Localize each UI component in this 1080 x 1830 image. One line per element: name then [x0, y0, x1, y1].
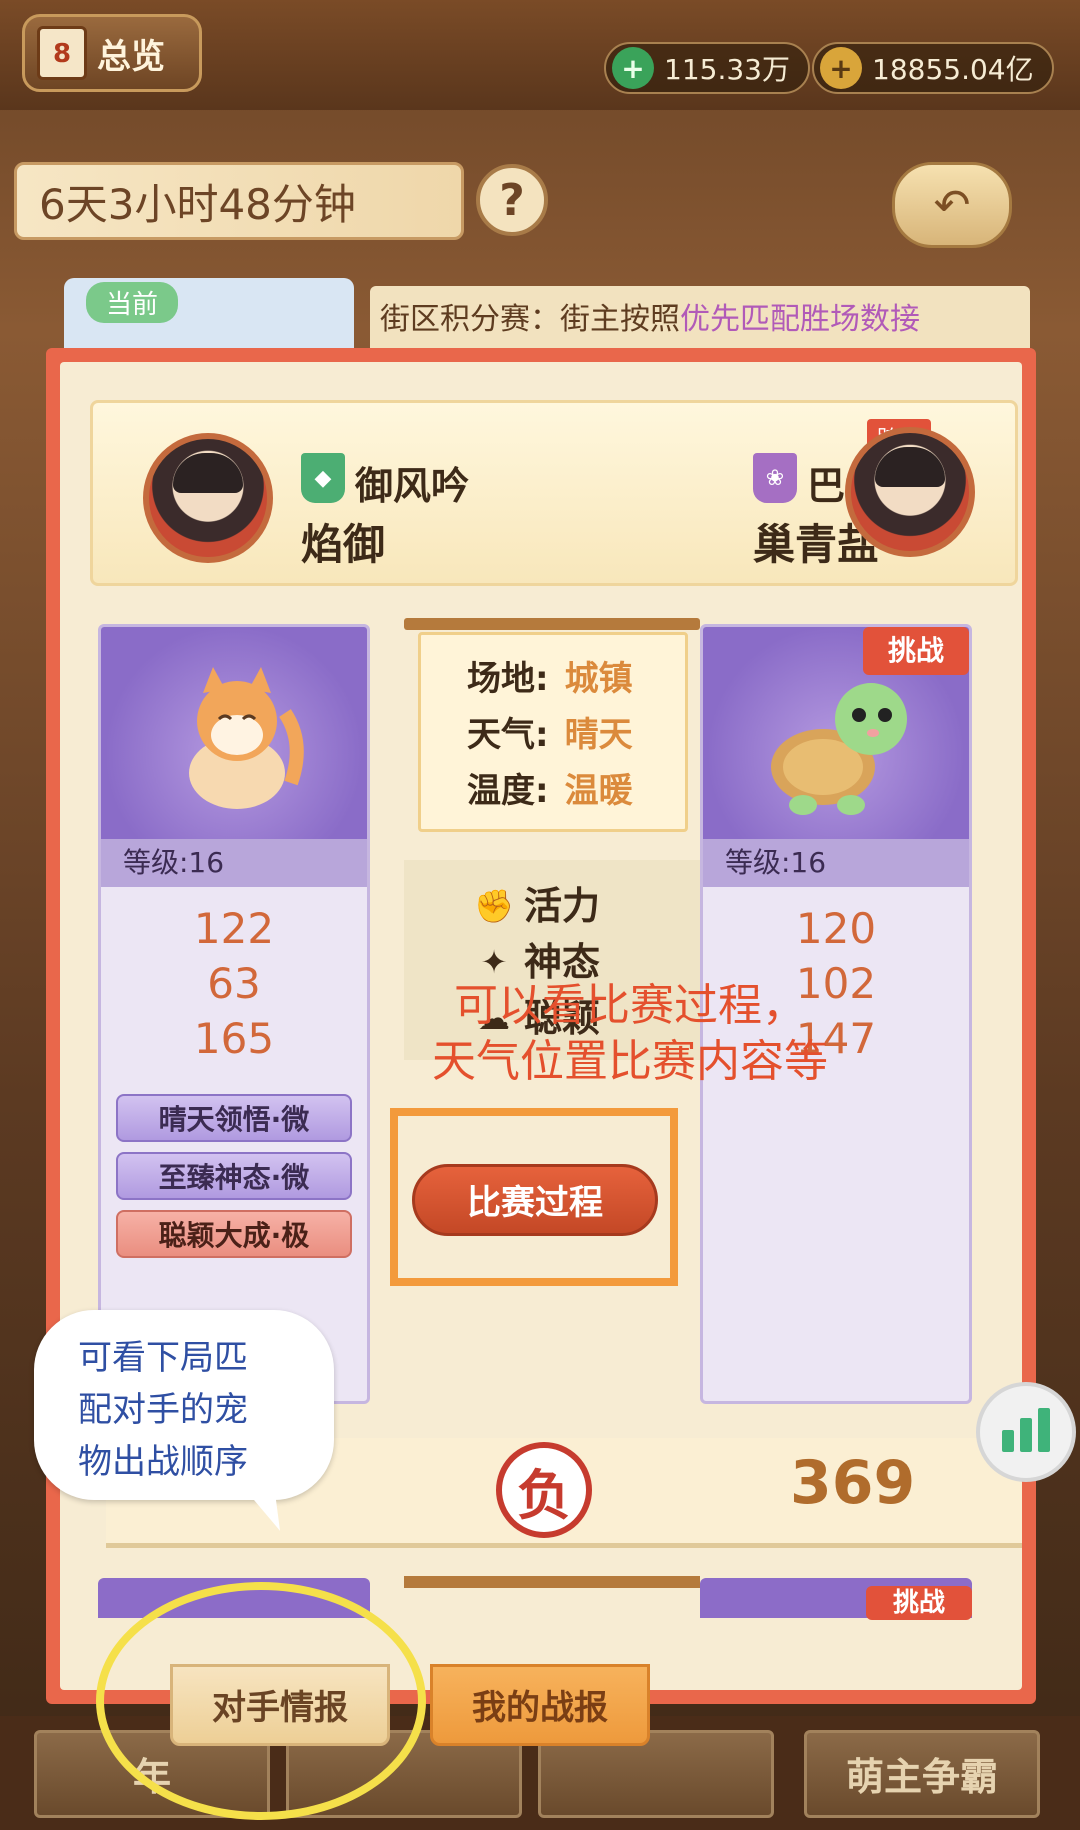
center-divider	[404, 618, 700, 630]
battle-detail-panel: ◆ 御风吟 焰御 ❀ 巴士 巢青盐 跨服	[46, 348, 1036, 1704]
skill-badge[interactable]: 至臻神态·微	[116, 1152, 352, 1200]
attr-vitality: ✊ 活力	[474, 884, 601, 928]
coin-green-icon: +	[612, 47, 654, 89]
annotation-note: 可以看比赛过程， 天气位置比赛内容等	[432, 980, 828, 1087]
currency-green[interactable]: + 115.33万	[604, 42, 810, 94]
currency-gold-value: 18855.04亿	[872, 53, 1034, 86]
countdown-timer: 6天3小时48分钟	[14, 162, 464, 240]
left-stat-intelligence: 165	[193, 1014, 275, 1063]
rules-text-prefix: 街区积分赛：街主按照	[380, 302, 680, 337]
stats-floating-button[interactable]	[976, 1382, 1076, 1482]
back-button[interactable]: ↶	[892, 162, 1012, 248]
sparkle-icon: ✦	[480, 943, 508, 981]
guild-badge-purple-icon: ❀	[753, 453, 797, 503]
right-pet-level: 等级:16	[703, 839, 969, 887]
left-guild-name: 御风吟	[355, 464, 470, 508]
left-pet-image	[101, 627, 367, 839]
rules-text-highlight: 优先匹配胜场数接	[680, 302, 920, 337]
lose-mark: 负	[496, 1442, 592, 1538]
left-player-avatar[interactable]	[143, 433, 273, 563]
left-stat-vitality: 122	[193, 904, 275, 953]
cat-icon	[189, 667, 304, 809]
speech-bubble: 可看下局匹 配对手的宠 物出战顺序	[34, 1310, 334, 1500]
calendar-icon: 8	[37, 26, 87, 80]
fist-icon: ✊	[474, 887, 514, 925]
challenge-badge[interactable]: 挑战	[863, 627, 969, 675]
turtle-icon	[771, 683, 907, 815]
coin-gold-icon: +	[820, 47, 862, 89]
left-pet-stats: 122 63 165	[101, 887, 367, 1066]
currency-green-value: 115.33万	[664, 53, 790, 86]
left-stat-demeanor: 63	[207, 959, 261, 1008]
right-player-avatar[interactable]	[845, 427, 975, 557]
tab-my-report[interactable]: 我的战报	[430, 1664, 650, 1746]
skill-badge[interactable]: 晴天领悟·微	[116, 1094, 352, 1142]
env-weather: 天气: 晴天	[467, 715, 633, 755]
next-center-divider	[404, 1576, 700, 1588]
nav-item-4[interactable]: 萌主争霸	[804, 1730, 1040, 1818]
highlight-ellipse	[96, 1582, 426, 1820]
rules-text: 街区积分赛：街主按照优先匹配胜场数接	[370, 286, 1030, 356]
right-stat-vitality: 120	[795, 904, 877, 953]
left-pet-level: 等级:16	[101, 839, 367, 887]
players-header: ◆ 御风吟 焰御 ❀ 巴士 巢青盐 跨服	[90, 400, 1018, 586]
score-value: 369	[790, 1448, 916, 1518]
back-arrow-icon: ↶	[933, 179, 971, 231]
overview-label: 总览	[97, 36, 165, 77]
current-tag: 当前	[86, 282, 179, 323]
guild-badge-green-icon: ◆	[301, 453, 345, 503]
help-button[interactable]: ?	[476, 164, 548, 236]
env-temperature: 温度: 温暖	[467, 771, 633, 811]
right-pet-image: 挑战	[703, 627, 969, 839]
left-player-name: 焰御	[301, 520, 386, 569]
left-pet-card[interactable]: 等级:16 122 63 165 晴天领悟·微 至臻神态·微 聪颖大成·极	[98, 624, 370, 1404]
environment-box: 场地: 城镇 天气: 晴天 温度: 温暖	[418, 632, 688, 832]
currency-gold[interactable]: + 18855.04亿	[812, 42, 1054, 94]
skill-badge[interactable]: 聪颖大成·极	[116, 1210, 352, 1258]
match-process-button[interactable]: 比赛过程	[412, 1164, 658, 1236]
overview-button[interactable]: 8 总览	[22, 14, 202, 92]
env-venue: 场地: 城镇	[467, 659, 633, 699]
next-challenge-badge[interactable]: 挑战	[866, 1586, 972, 1620]
